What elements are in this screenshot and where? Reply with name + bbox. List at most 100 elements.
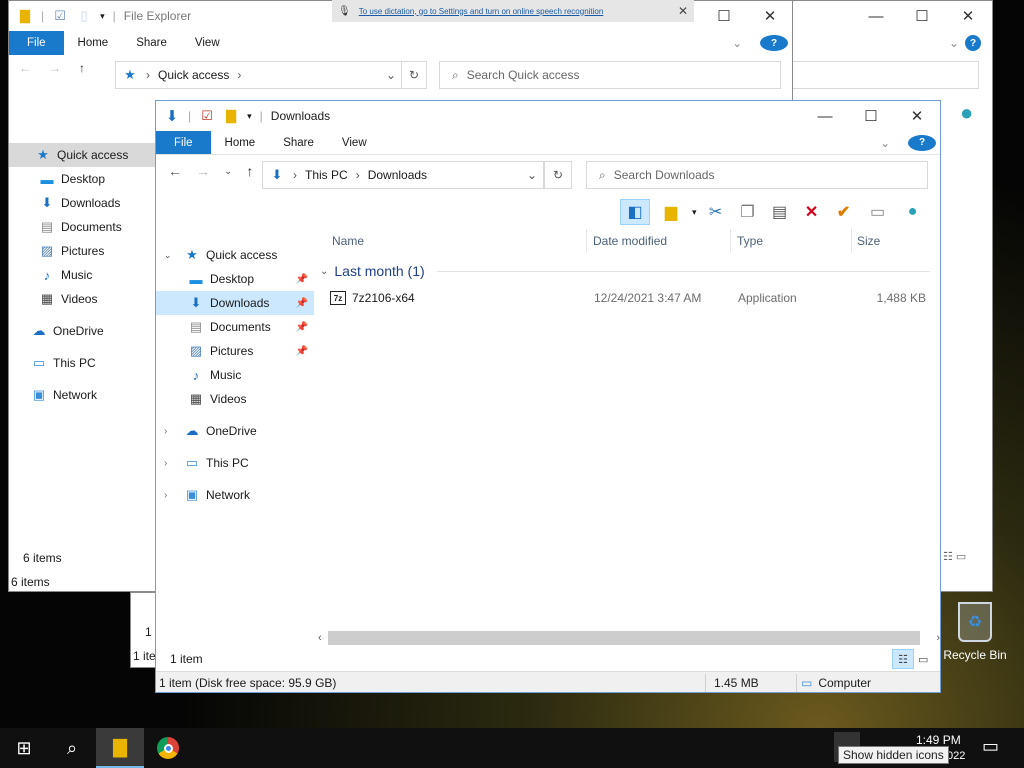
search-icon[interactable]: ⌕	[48, 728, 96, 768]
back-icon[interactable]: ←	[19, 61, 31, 75]
cut-icon[interactable]: ✂	[703, 202, 729, 222]
view-toggle[interactable]: ☷ ▭	[943, 550, 966, 563]
clock-time[interactable]: 1:49 PM	[916, 733, 961, 747]
dropdown-icon[interactable]: ▾	[692, 207, 697, 218]
expand-ribbon-icon[interactable]: ⌄	[949, 36, 959, 50]
address-dropdown-icon[interactable]: ⌄	[386, 68, 402, 82]
nav-desktop[interactable]: ▬ Desktop	[9, 167, 157, 191]
nav-music[interactable]: ♪ Music	[156, 363, 314, 387]
search-input[interactable]: ⌕ Search Quick access	[439, 61, 781, 89]
recycle-bin[interactable]: ♻ Recycle Bin	[940, 602, 1010, 662]
file-row[interactable]: 7z 7z2106-x64 12/24/2021 3:47 AM Applica…	[330, 287, 930, 309]
back-icon[interactable]: ←	[168, 163, 182, 179]
copy-icon[interactable]: ❐	[735, 202, 761, 222]
nav-pictures[interactable]: ▨ Pictures 📌	[156, 339, 314, 363]
horizontal-scrollbar[interactable]: ‹ ›	[318, 629, 940, 647]
nav-network[interactable]: ▣ Network	[9, 383, 157, 407]
customize-toolbar-icon[interactable]: ▾	[247, 111, 252, 122]
tab-view[interactable]: View	[328, 131, 381, 154]
tab-share[interactable]: Share	[269, 131, 328, 154]
forward-icon[interactable]: →	[196, 163, 210, 179]
nav-this-pc[interactable]: › ▭ This PC	[156, 451, 314, 475]
chrome-icon[interactable]	[144, 728, 192, 768]
windows-start-icon[interactable]: ⊞	[0, 728, 48, 768]
nav-desktop[interactable]: ▬ Desktop 📌	[156, 267, 314, 291]
breadcrumb-downloads[interactable]: Downloads	[368, 168, 427, 182]
new-item-icon[interactable]: ▆	[656, 202, 686, 222]
nav-network[interactable]: › ▣ Network	[156, 483, 314, 507]
tab-home[interactable]: Home	[211, 131, 270, 154]
paste-icon[interactable]: ▤	[767, 202, 793, 222]
help-icon[interactable]: ?	[965, 35, 982, 51]
properties-icon[interactable]: ☑	[52, 8, 68, 24]
tab-home[interactable]: Home	[64, 31, 123, 55]
checkmark-icon[interactable]: ✔	[831, 202, 857, 222]
nav-downloads[interactable]: ⬇ Downloads 📌	[156, 291, 314, 315]
close-button[interactable]: ✕	[747, 1, 792, 31]
column-size[interactable]: Size	[857, 234, 880, 248]
details-view-icon[interactable]: ☷	[892, 649, 914, 669]
delete-icon[interactable]: ✕	[799, 202, 825, 222]
notifications-icon[interactable]: ▭	[982, 736, 999, 757]
column-date-modified[interactable]: Date modified	[593, 234, 667, 248]
scrollbar-thumb[interactable]	[327, 631, 921, 645]
rename-icon[interactable]: ▭	[863, 202, 893, 222]
close-button[interactable]: ✕	[945, 1, 991, 31]
nav-onedrive[interactable]: › ☁ OneDrive	[156, 419, 314, 443]
nav-documents[interactable]: ▤ Documents	[9, 215, 157, 239]
nav-videos[interactable]: ▦ Videos	[9, 287, 157, 311]
nav-onedrive[interactable]: ☁ OneDrive	[9, 319, 157, 343]
column-type[interactable]: Type	[737, 234, 763, 248]
minimize-button[interactable]: —	[802, 101, 848, 131]
refresh-button[interactable]: ↻	[544, 161, 572, 189]
close-icon[interactable]: ✕	[678, 4, 694, 18]
navigation-pane-icon[interactable]: ◧	[620, 199, 650, 225]
help-icon[interactable]: ?	[756, 31, 792, 55]
nav-quick-access[interactable]: ⌄ ★ Quick access	[156, 243, 314, 267]
up-icon[interactable]: ↑	[79, 61, 85, 75]
new-folder-icon[interactable]: ▇	[223, 108, 239, 124]
nav-quick-access[interactable]: ★ Quick access	[9, 143, 157, 167]
scroll-left-icon[interactable]: ‹	[318, 632, 322, 644]
column-name[interactable]: Name	[332, 234, 364, 248]
tab-view[interactable]: View	[181, 31, 234, 55]
file-explorer-taskbar-icon[interactable]: ▇	[96, 728, 144, 768]
shell-icon[interactable]: ●	[899, 203, 927, 221]
group-header[interactable]: ⌄ Last month (1)	[320, 263, 930, 279]
nav-downloads[interactable]: ⬇ Downloads	[9, 191, 157, 215]
search-input[interactable]	[793, 61, 979, 89]
address-bar[interactable]: ★ › Quick access › ⌄	[115, 61, 403, 89]
tab-file[interactable]: File	[9, 31, 64, 55]
forward-icon[interactable]: →	[49, 61, 61, 75]
up-icon[interactable]: ↑	[246, 163, 253, 179]
recent-locations-icon[interactable]: ⌄	[224, 166, 232, 177]
tab-share[interactable]: Share	[122, 31, 181, 55]
refresh-button[interactable]: ↻	[401, 61, 427, 89]
computer-icon: ▭	[801, 675, 813, 690]
nav-videos[interactable]: ▦ Videos	[156, 387, 314, 411]
dictation-link[interactable]: To use dictation, go to Settings and tur…	[359, 7, 604, 16]
address-dropdown-icon[interactable]: ⌄	[527, 168, 543, 182]
breadcrumb-this-pc[interactable]: This PC	[305, 168, 348, 182]
tab-file[interactable]: File	[156, 131, 211, 154]
close-button[interactable]: ✕	[894, 101, 940, 131]
maximize-button[interactable]: ☐	[701, 1, 747, 31]
large-icons-view-icon[interactable]: ▭	[918, 653, 928, 666]
clock-date-fragment[interactable]: 022	[947, 750, 965, 762]
maximize-button[interactable]: ☐	[899, 1, 945, 31]
search-input[interactable]: ⌕ Search Downloads	[586, 161, 928, 189]
maximize-button[interactable]: ☐	[848, 101, 894, 131]
nav-this-pc[interactable]: ▭ This PC	[9, 351, 157, 375]
expand-ribbon-icon[interactable]: ⌄	[866, 131, 904, 154]
new-folder-icon[interactable]: ▯	[76, 8, 92, 24]
address-bar[interactable]: ⬇ › This PC › Downloads ⌄	[262, 161, 544, 189]
shell-icon[interactable]: ●	[960, 100, 973, 126]
minimize-button[interactable]: —	[853, 1, 899, 31]
nav-documents[interactable]: ▤ Documents 📌	[156, 315, 314, 339]
help-icon[interactable]: ?	[904, 131, 940, 154]
nav-music[interactable]: ♪ Music	[9, 263, 157, 287]
properties-icon[interactable]: ☑	[199, 108, 215, 124]
customize-toolbar-icon[interactable]: ▾	[100, 11, 105, 22]
nav-pictures[interactable]: ▨ Pictures	[9, 239, 157, 263]
expand-ribbon-icon[interactable]: ⌄	[718, 31, 756, 55]
